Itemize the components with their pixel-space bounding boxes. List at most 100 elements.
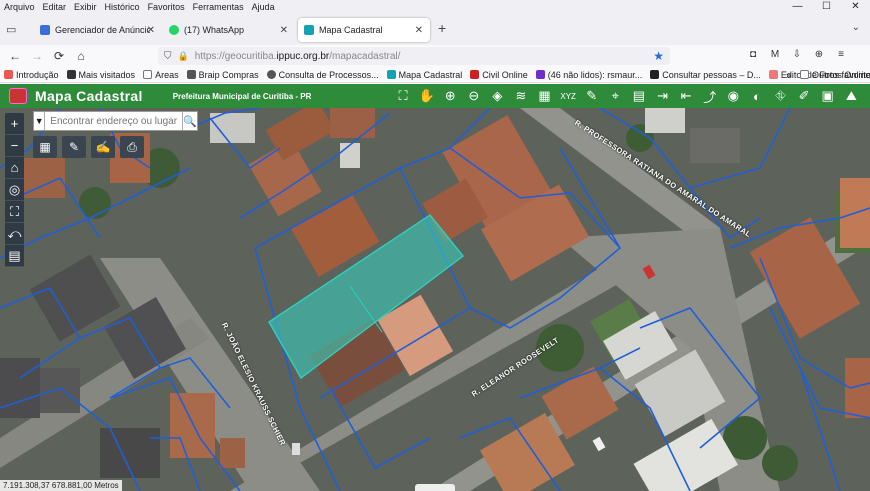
basemap-icon[interactable]: ▤: [5, 245, 24, 267]
layout-icon[interactable]: ▦: [33, 136, 57, 158]
pan-icon[interactable]: ✋: [416, 86, 438, 106]
zoom-out-icon[interactable]: ⊖: [463, 86, 485, 106]
menu-view[interactable]: Exibir: [70, 2, 101, 12]
menu-help[interactable]: Ajuda: [248, 2, 279, 12]
bookmark-icon: [470, 70, 480, 79]
menu-file[interactable]: Arquivo: [0, 2, 39, 12]
locate-icon[interactable]: ◉: [722, 86, 744, 106]
grid-icon[interactable]: ▦: [534, 86, 556, 106]
fullscreen-icon[interactable]: ⛶: [5, 201, 24, 223]
info-icon[interactable]: ℹ: [864, 86, 870, 106]
measure-icon[interactable]: ⌖: [604, 86, 626, 106]
import-icon[interactable]: ⇤: [675, 86, 697, 106]
bookmark-item[interactable]: Civil Online: [466, 70, 532, 80]
bookmark-item[interactable]: Braip Compras: [183, 70, 263, 80]
zoom-in-button[interactable]: +: [5, 113, 24, 135]
bookmark-item[interactable]: Introdução: [0, 70, 63, 80]
home-extent-icon[interactable]: ⌂: [5, 157, 24, 179]
bookmark-item[interactable]: (46 não lidos): rsmaur...: [532, 70, 647, 80]
bookmarks-overflow-button[interactable]: »: [782, 70, 795, 80]
close-tab-icon[interactable]: ✕: [415, 25, 423, 36]
locate-icon[interactable]: ◎: [5, 179, 24, 201]
share-icon[interactable]: ⤴: [699, 86, 721, 106]
aerial-map[interactable]: [0, 108, 870, 491]
book-icon[interactable]: ✎: [581, 86, 603, 106]
menu-icon[interactable]: ≡: [830, 49, 852, 60]
folder-icon: [800, 70, 809, 79]
xyz-icon[interactable]: XYZ: [557, 86, 579, 106]
export-icon[interactable]: ⇥: [652, 86, 674, 106]
search-icon[interactable]: 🔍: [182, 112, 197, 130]
map-favicon-icon: [304, 25, 314, 35]
map-navigation-panel: + − ⌂ ◎ ⛶ ⤺ ▤: [5, 113, 24, 267]
close-window-button[interactable]: ✕: [841, 0, 870, 13]
minimize-button[interactable]: —: [783, 0, 812, 13]
select-icon[interactable]: ▤: [628, 86, 650, 106]
app-toolbar: ⛶✋⊕⊖◈≋▦XYZ✎⌖▤⇥⇤⤴◉◐⛗✐▣⛰ℹ: [392, 84, 870, 108]
zoom-out-button[interactable]: −: [5, 135, 24, 157]
bookmark-icon: [650, 70, 660, 79]
quick-tools: ▦ ✎ ✍ ⎙: [33, 136, 149, 158]
close-tab-icon[interactable]: ✕: [147, 25, 155, 36]
draw-icon[interactable]: ✐: [793, 86, 815, 106]
globe-icon[interactable]: ◐: [746, 86, 768, 106]
lock-icon[interactable]: 🔒: [178, 51, 189, 62]
app-subtitle: Prefeitura Municipal de Curitiba - PR: [172, 91, 312, 101]
home-button[interactable]: ⌂: [70, 49, 92, 63]
menu-bookmarks[interactable]: Favoritos: [144, 2, 189, 12]
other-bookmarks[interactable]: Outros favoritos: [796, 70, 870, 80]
close-tab-icon[interactable]: ✕: [280, 25, 288, 36]
bookmark-item[interactable]: Mais visitados: [63, 70, 140, 80]
bookmark-item[interactable]: Areas: [139, 70, 183, 80]
menu-tools[interactable]: Ferramentas: [189, 2, 248, 12]
shield-icon[interactable]: ⛉: [164, 51, 172, 62]
reload-button[interactable]: ⟳: [48, 49, 70, 63]
pocket-icon[interactable]: ◘: [742, 49, 764, 60]
curitiba-logo-icon: [9, 88, 27, 104]
address-bar[interactable]: ⛉ 🔒 https://geocuritiba. ippuc.org.br/map…: [158, 47, 670, 65]
stack-icon[interactable]: ≋: [510, 86, 532, 106]
map-icon[interactable]: ⛶: [392, 86, 414, 106]
menu-edit[interactable]: Editar: [39, 2, 71, 12]
gear-icon: [66, 70, 76, 79]
new-tab-button[interactable]: +: [438, 20, 446, 36]
bookmark-label: Introdução: [16, 69, 59, 80]
tab-ads-manager[interactable]: Gerenciador de Anúncios - Gere ✕: [34, 18, 162, 42]
bookmark-item[interactable]: Consultar pessoas – D...: [646, 70, 765, 80]
tab-whatsapp[interactable]: (17) WhatsApp ✕: [163, 18, 295, 42]
terrain-icon[interactable]: ⛰: [840, 86, 862, 106]
map-icon: [386, 70, 396, 79]
search-input[interactable]: [45, 112, 183, 130]
tab-mapa-cadastral[interactable]: Mapa Cadastral ✕: [298, 18, 430, 42]
zoom-in-icon[interactable]: ⊕: [439, 86, 461, 106]
downloads-icon[interactable]: ⇩: [786, 49, 808, 60]
account-icon[interactable]: M: [764, 49, 786, 60]
edit-icon[interactable]: ✎: [62, 136, 86, 158]
chevron-down-icon[interactable]: ⌄: [852, 22, 860, 33]
folder-icon: [143, 70, 153, 79]
other-bookmarks-label: Outros favoritos: [812, 69, 870, 80]
whatsapp-favicon-icon: [169, 25, 179, 35]
image-icon[interactable]: ▣: [817, 86, 839, 106]
bookmark-label: Civil Online: [482, 69, 528, 80]
menu-history[interactable]: Histórico: [101, 2, 144, 12]
coordinate-readout: 7.191.308,37 678.881,00 Metros: [0, 480, 122, 491]
search-source-dropdown[interactable]: ▼: [34, 112, 46, 130]
back-button[interactable]: ←: [4, 49, 26, 63]
extensions-icon[interactable]: ⊕: [808, 49, 830, 60]
app-header: Mapa Cadastral Prefeitura Municipal de C…: [0, 84, 870, 108]
print-icon[interactable]: ⎙: [120, 136, 144, 158]
tab-list-icon[interactable]: ▭: [6, 23, 16, 36]
layers-icon[interactable]: ◈: [486, 86, 508, 106]
bookmark-label: Consultar pessoas – D...: [662, 69, 761, 80]
previous-extent-icon[interactable]: ⤺: [5, 223, 24, 245]
forward-button[interactable]: →: [26, 49, 48, 63]
bookmark-star-icon[interactable]: ★: [653, 49, 664, 63]
street-icon[interactable]: ⛗: [770, 86, 792, 106]
sketch-icon[interactable]: ✍: [91, 136, 115, 158]
maximize-button[interactable]: ☐: [812, 0, 841, 13]
bookmark-item[interactable]: Mapa Cadastral: [383, 70, 467, 80]
bottom-panel-handle[interactable]: [415, 484, 455, 491]
map-view[interactable]: R. PROFESSORA RATIANA DO AMARAL DO AMARA…: [0, 108, 870, 491]
bookmark-item[interactable]: Consulta de Processos...: [263, 70, 383, 80]
